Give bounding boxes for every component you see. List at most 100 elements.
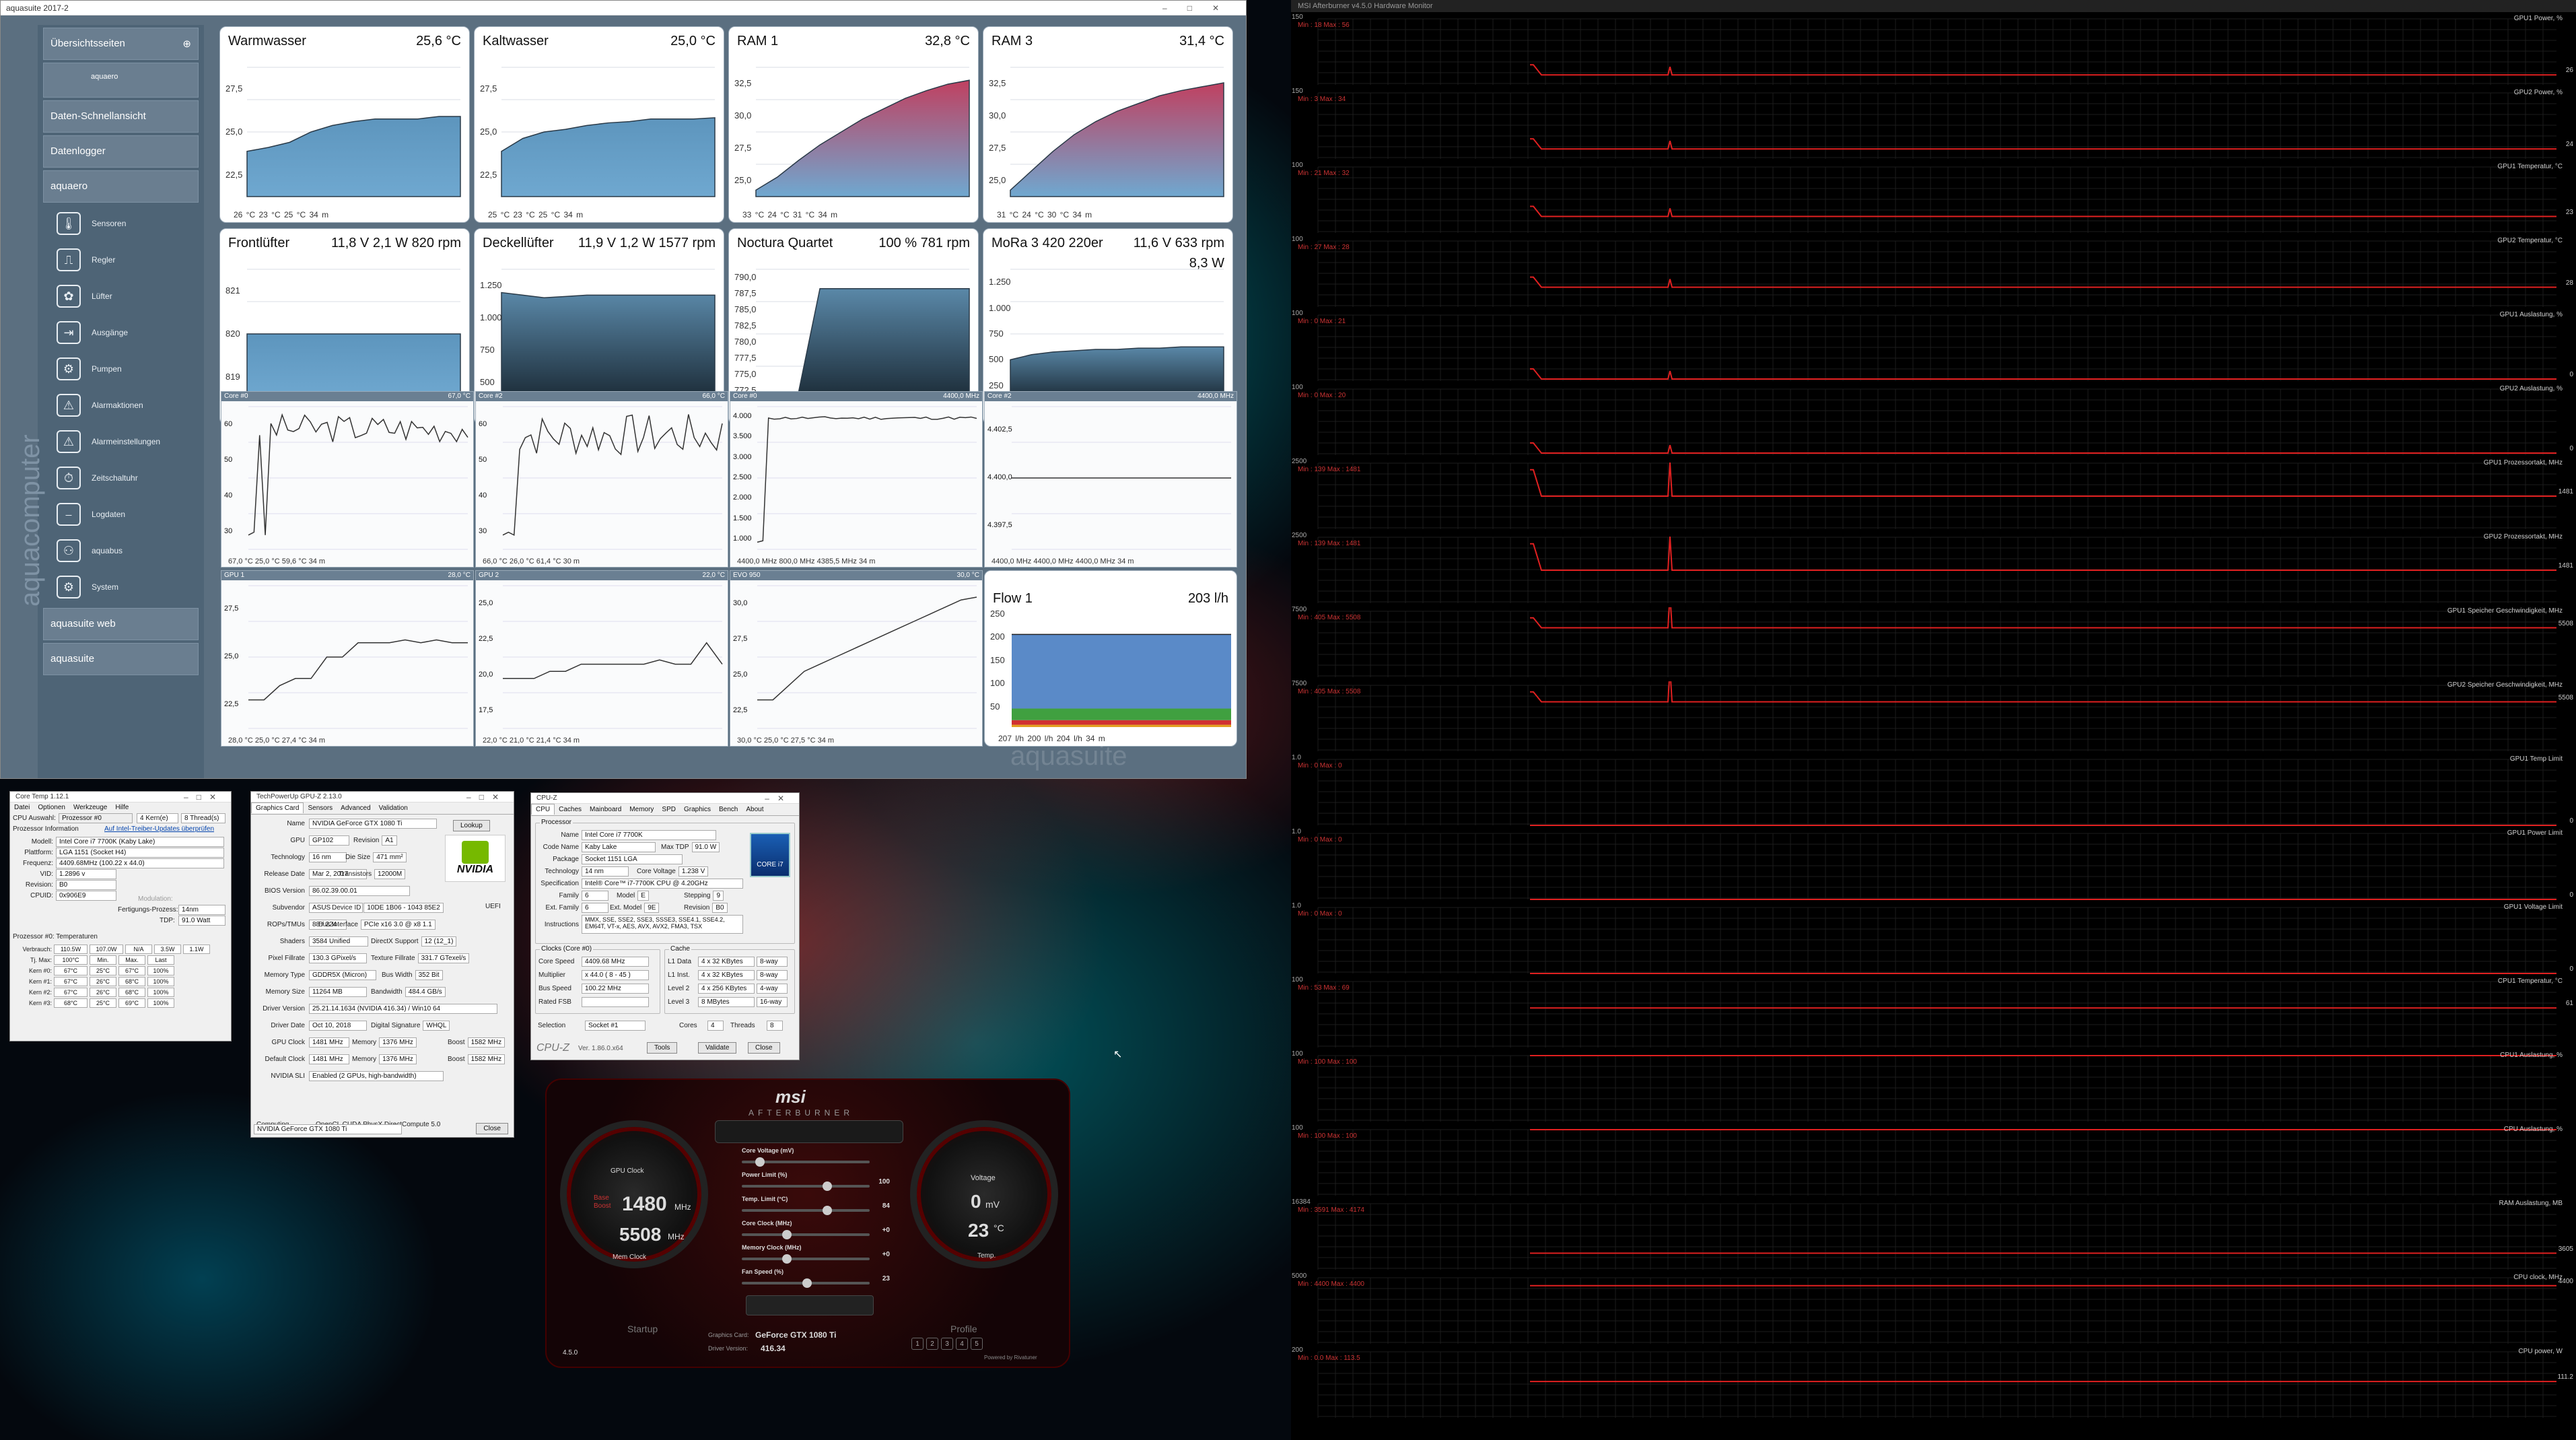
graph-panel-r1-1[interactable]: Core #2 66,0 °C 60 50 40 30 66,0 °C 26,0 °C 61… bbox=[475, 391, 728, 568]
nav-quickview[interactable]: Daten-Schnellansicht bbox=[43, 100, 199, 133]
subitem-4[interactable]: ⚙ Pumpen bbox=[38, 351, 204, 387]
close-button[interactable]: Close bbox=[476, 1123, 508, 1134]
gpu-select[interactable]: NVIDIA GeForce GTX 1080 Ti bbox=[254, 1124, 402, 1134]
tools-button[interactable]: Tools bbox=[647, 1042, 678, 1054]
subitem-1[interactable]: ⎍ Regler bbox=[38, 242, 204, 278]
monitor-graph-16[interactable]: RAM Auslastung, MB Min : 3591 Max : 4174 1… bbox=[1291, 1198, 2576, 1274]
monitor-graph-9[interactable]: GPU2 Speicher Geschwindigkeit, MHz Min : … bbox=[1291, 680, 2576, 755]
nav-overview[interactable]: Übersichtsseiten ⊕ bbox=[43, 28, 199, 60]
socket-select[interactable]: Socket #1 bbox=[585, 1021, 646, 1031]
monitor-graph-1[interactable]: GPU2 Power, % Min : 3 Max : 34 150 24 bbox=[1291, 88, 2576, 163]
profile-button[interactable]: 1 bbox=[911, 1338, 924, 1350]
monitor-graph-11[interactable]: GPU1 Power Limit Min : 0 Max : 0 1.0 0 bbox=[1291, 828, 2576, 903]
slider-knob[interactable] bbox=[782, 1230, 792, 1239]
graph-panel-r1-2[interactable]: Core #0 4400,0 MHz 4.000 3.500 3.000 2.500 2.0… bbox=[730, 391, 983, 568]
tab-advanced[interactable]: Advanced bbox=[337, 803, 374, 813]
validate-button[interactable]: Validate bbox=[698, 1042, 737, 1054]
tab-spd[interactable]: SPD bbox=[658, 804, 680, 815]
monitor-graph-4[interactable]: GPU1 Auslastung, % Min : 0 Max : 21 100 0 bbox=[1291, 310, 2576, 385]
tab-graphics[interactable]: Graphics bbox=[680, 804, 715, 815]
window-controls[interactable]: –✕ bbox=[765, 793, 799, 804]
menu-item[interactable]: Werkzeuge bbox=[73, 804, 107, 811]
close-button[interactable]: Close bbox=[748, 1042, 780, 1054]
graph-panel-r2-2[interactable]: EVO 950 30,0 °C 30,0 27,5 25,0 22,5 30,0 °C 25… bbox=[730, 570, 983, 747]
subitem-8[interactable]: ⎯ Logdaten bbox=[38, 496, 204, 533]
monitor-graph-18[interactable]: CPU power, W Min : 0.0 Max : 113.5 200 111.… bbox=[1291, 1346, 2576, 1422]
uefi-checkbox[interactable]: UEFI bbox=[485, 903, 501, 910]
tab-about[interactable]: About bbox=[742, 804, 767, 815]
graph-panel-r1-0[interactable]: Core #0 67,0 °C 60 50 40 30 67,0 °C 25,0 °C 59… bbox=[221, 391, 474, 568]
subitem-10[interactable]: ⚙ System bbox=[38, 569, 204, 605]
monitor-graph-3[interactable]: GPU2 Temperatur, °C Min : 27 Max : 28 100 2… bbox=[1291, 236, 2576, 311]
tile-1[interactable]: 27,5 25,0 22,5 Kaltwasser 25,0 °C 25 °C 23 °C… bbox=[474, 26, 724, 223]
monitor-graph-6[interactable]: GPU1 Prozessortakt, MHz Min : 139 Max : 1… bbox=[1291, 458, 2576, 533]
slider-track[interactable] bbox=[742, 1157, 870, 1167]
monitor-graph-17[interactable]: CPU clock, MHz Min : 4400 Max : 4400 5000 4… bbox=[1291, 1272, 2576, 1348]
graph-current: 30,0 °C bbox=[956, 572, 979, 579]
monitor-graph-13[interactable]: CPU1 Temperatur, °C Min : 53 Max : 69 100 6… bbox=[1291, 976, 2576, 1052]
slider-knob[interactable] bbox=[823, 1206, 832, 1215]
profile-button[interactable]: 3 bbox=[941, 1338, 953, 1350]
profile-button[interactable]: 4 bbox=[956, 1338, 968, 1350]
subitem-6[interactable]: ⚠ Alarmeinstellungen bbox=[38, 423, 204, 460]
slider-track[interactable] bbox=[742, 1206, 870, 1215]
monitor-graph-7[interactable]: GPU2 Prozessortakt, MHz Min : 139 Max : 1… bbox=[1291, 532, 2576, 607]
nav-suite[interactable]: aquasuite bbox=[43, 643, 199, 675]
profile-button[interactable]: 5 bbox=[971, 1338, 983, 1350]
slider-knob[interactable] bbox=[823, 1181, 832, 1191]
nav-device[interactable]: aquaero bbox=[43, 170, 199, 203]
graph-title: EVO 950 bbox=[733, 572, 761, 579]
tab-mainboard[interactable]: Mainboard bbox=[586, 804, 625, 815]
monitor-graph-5[interactable]: GPU2 Auslastung, % Min : 0 Max : 20 100 0 bbox=[1291, 384, 2576, 459]
lookup-button[interactable]: Lookup bbox=[453, 820, 490, 831]
subitem-7[interactable]: ⏱ Zeitschaltuhr bbox=[38, 460, 204, 496]
monitor-graph-8[interactable]: GPU1 Speicher Geschwindigkeit, MHz Min : … bbox=[1291, 606, 2576, 681]
monitor-graph-0[interactable]: GPU1 Power, % Min : 18 Max : 56 150 26 bbox=[1291, 13, 2576, 89]
tab-memory[interactable]: Memory bbox=[625, 804, 658, 815]
tab-sensors[interactable]: Sensors bbox=[304, 803, 337, 813]
flow-tile[interactable]: 250 200 150 100 50 Flow 1 203 l/h 207 l/h 200 l… bbox=[984, 570, 1237, 747]
add-icon[interactable]: ⊕ bbox=[182, 38, 191, 50]
tab-cpu[interactable]: CPU bbox=[531, 804, 555, 815]
graph-panel-r2-1[interactable]: GPU 2 22,0 °C 25,0 22,5 20,0 17,5 22,0 °C 21,0… bbox=[475, 570, 728, 747]
tab-caches[interactable]: Caches bbox=[555, 804, 586, 815]
tile-3[interactable]: 32,5 30,0 27,5 25,0 RAM 3 31,4 °C 31 °C 24 °C … bbox=[983, 26, 1233, 223]
tile-0[interactable]: 27,5 25,0 22,5 Warmwasser 25,6 °C 26 °C 23 °C… bbox=[219, 26, 470, 223]
monitor-graph-2[interactable]: GPU1 Temperatur, °C Min : 21 Max : 32 100 2… bbox=[1291, 162, 2576, 237]
subitem-0[interactable]: 🌡 Sensoren bbox=[38, 205, 204, 242]
tab-graphics-card[interactable]: Graphics Card bbox=[251, 802, 304, 813]
menu-item[interactable]: Datei bbox=[14, 804, 30, 811]
slider-knob[interactable] bbox=[802, 1278, 812, 1288]
tab-bench[interactable]: Bench bbox=[715, 804, 742, 815]
subitem-5[interactable]: ⚠ Alarmaktionen bbox=[38, 387, 204, 423]
window-controls[interactable]: –□✕ bbox=[184, 792, 231, 802]
monitor-graph-14[interactable]: CPU1 Auslastung, % Min : 100 Max : 100 100 bbox=[1291, 1050, 2576, 1126]
tile-2[interactable]: 32,5 30,0 27,5 25,0 RAM 1 32,8 °C 33 °C 24 °C … bbox=[728, 26, 979, 223]
window-controls[interactable]: –□✕ bbox=[1162, 1, 1246, 15]
slider-track[interactable] bbox=[742, 1254, 870, 1264]
slider-knob[interactable] bbox=[755, 1157, 765, 1167]
monitor-graph-12[interactable]: GPU1 Voltage Limit Min : 0 Max : 0 1.0 0 bbox=[1291, 902, 2576, 978]
graph-panel-r2-0[interactable]: GPU 1 28,0 °C 27,5 25,0 22,5 28,0 °C 25,0 °C … bbox=[221, 570, 474, 747]
nav-datalogger[interactable]: Datenlogger bbox=[43, 135, 199, 168]
slider-track[interactable] bbox=[742, 1278, 870, 1288]
driver-update-link[interactable]: Auf Intel-Treiber-Updates überprüfen bbox=[104, 825, 214, 833]
subitem-3[interactable]: ⇥ Ausgänge bbox=[38, 314, 204, 351]
nav-web[interactable]: aquasuite web bbox=[43, 608, 199, 640]
slider-track[interactable] bbox=[742, 1230, 870, 1239]
cpu-select[interactable]: Prozessor #0 bbox=[59, 813, 133, 823]
window-controls[interactable]: –□✕ bbox=[466, 792, 514, 802]
monitor-graph-10[interactable]: GPU1 Temp Limit Min : 0 Max : 0 1.0 0 bbox=[1291, 754, 2576, 829]
subitem-9[interactable]: ⚇ aquabus bbox=[38, 533, 204, 569]
menu-item[interactable]: Hilfe bbox=[115, 804, 129, 811]
nav-item-aquaero[interactable]: aquaero bbox=[43, 63, 199, 98]
slider-knob[interactable] bbox=[782, 1254, 792, 1264]
profile-button[interactable]: 2 bbox=[926, 1338, 938, 1350]
slider-track[interactable] bbox=[742, 1181, 870, 1191]
menu-item[interactable]: Optionen bbox=[38, 804, 65, 811]
tab-validation[interactable]: Validation bbox=[375, 803, 412, 813]
subitem-2[interactable]: ✿ Lüfter bbox=[38, 278, 204, 314]
monitor-graph-15[interactable]: CPU Auslastung, % Min : 100 Max : 100 100 bbox=[1291, 1124, 2576, 1200]
action-buttons[interactable] bbox=[746, 1295, 874, 1315]
graph-panel-r1-3[interactable]: Core #2 4400,0 MHz 4.402,5 4.400,0 4.397,5 44… bbox=[984, 391, 1237, 568]
